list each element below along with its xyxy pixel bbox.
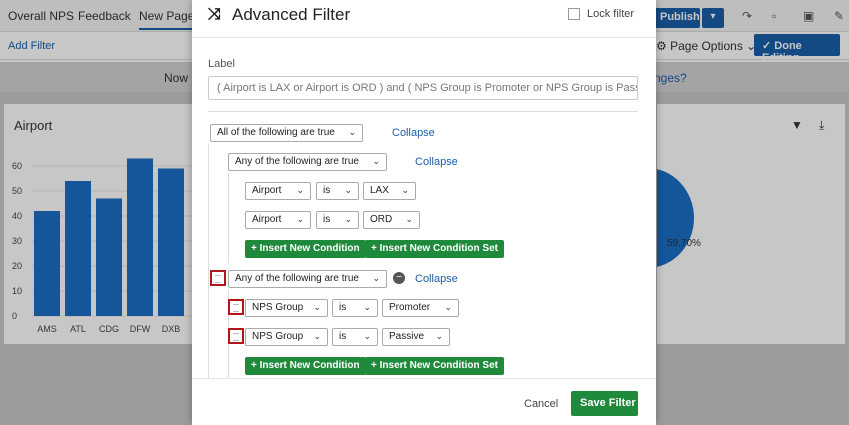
chevron-down-icon: ⌄ bbox=[313, 302, 321, 312]
field-value: NPS Group bbox=[252, 302, 304, 313]
field-value: NPS Group bbox=[252, 331, 304, 342]
chevron-down-icon: ⌄ bbox=[296, 185, 304, 195]
condition-value-select[interactable]: Passive ⌄ bbox=[382, 328, 450, 346]
dialog-title: Advanced Filter bbox=[232, 5, 351, 24]
lock-filter-label[interactable]: Lock filter bbox=[587, 8, 634, 20]
group2-collapse-link[interactable]: Collapse bbox=[415, 273, 458, 285]
condition-field-select[interactable]: Airport ⌄ bbox=[245, 182, 311, 200]
dialog-footer: Cancel Save Filter bbox=[192, 378, 656, 425]
condition-operator-select[interactable]: is ⌄ bbox=[332, 299, 378, 317]
filter-builder[interactable]: All of the following are true ⌄ Collapse… bbox=[192, 118, 656, 378]
group2-select[interactable]: Any of the following are true ⌄ bbox=[228, 270, 387, 288]
condition-field-select[interactable]: NPS Group ⌄ bbox=[245, 299, 328, 317]
cancel-button[interactable]: Cancel bbox=[524, 398, 558, 410]
chevron-down-icon: ⌄ bbox=[363, 302, 371, 312]
condition-value-select[interactable]: Promoter ⌄ bbox=[382, 299, 459, 317]
insert-new-condition-set-button[interactable]: + Insert New Condition Set bbox=[365, 240, 504, 258]
save-filter-button[interactable]: Save Filter bbox=[571, 391, 638, 416]
insert-condition-set-label: Insert New Condition Set bbox=[379, 243, 498, 254]
operator-value: is bbox=[323, 214, 331, 225]
save-filter-label: Save Filter bbox=[580, 397, 636, 409]
insert-new-condition-button[interactable]: + Insert New Condition bbox=[245, 357, 366, 375]
chevron-down-icon: ⌄ bbox=[296, 214, 304, 224]
condition-value-select[interactable]: ORD ⌄ bbox=[363, 211, 420, 229]
tree-line bbox=[228, 173, 229, 263]
group1-select[interactable]: Any of the following are true ⌄ bbox=[228, 153, 387, 171]
chevron-down-icon: ⌄ bbox=[372, 156, 380, 166]
field-value: Airport bbox=[252, 185, 282, 196]
chevron-down-icon: ⌄ bbox=[405, 214, 413, 224]
label-heading: Label bbox=[208, 58, 235, 70]
operator-value: is bbox=[339, 302, 347, 313]
operator-value: is bbox=[323, 185, 331, 196]
remove-group-icon[interactable]: − bbox=[393, 272, 405, 284]
condition-operator-select[interactable]: is ⌄ bbox=[316, 211, 359, 229]
plus-icon: + bbox=[371, 243, 377, 254]
condition-operator-select[interactable]: is ⌄ bbox=[332, 328, 378, 346]
chevron-down-icon: ⌄ bbox=[372, 273, 380, 283]
drag-handle[interactable] bbox=[210, 270, 226, 286]
advanced-filter-dialog: ⤨ Advanced Filter Lock filter Label ( Ai… bbox=[192, 0, 656, 425]
chevron-down-icon: ⌄ bbox=[435, 331, 443, 341]
divider bbox=[208, 111, 638, 112]
insert-new-condition-set-button[interactable]: + Insert New Condition Set bbox=[365, 357, 504, 375]
drag-handle[interactable] bbox=[228, 328, 244, 344]
insert-new-condition-button[interactable]: + Insert New Condition bbox=[245, 240, 366, 258]
operator-value: is bbox=[339, 331, 347, 342]
chevron-down-icon: ⌄ bbox=[344, 185, 352, 195]
group2-value: Any of the following are true bbox=[235, 273, 359, 284]
shuffle-icon: ⤨ bbox=[208, 6, 221, 23]
value-value: Promoter bbox=[389, 302, 431, 313]
value-value: ORD bbox=[370, 214, 393, 225]
insert-condition-set-label: Insert New Condition Set bbox=[379, 360, 498, 371]
drag-handle[interactable] bbox=[228, 299, 244, 315]
chevron-down-icon: ⌄ bbox=[313, 331, 321, 341]
chevron-down-icon: ⌄ bbox=[344, 214, 352, 224]
plus-icon: + bbox=[371, 360, 377, 371]
root-group-value: All of the following are true bbox=[217, 127, 335, 138]
condition-field-select[interactable]: NPS Group ⌄ bbox=[245, 328, 328, 346]
chevron-down-icon: ⌄ bbox=[444, 302, 452, 312]
plus-icon: + bbox=[251, 243, 257, 254]
dialog-header: ⤨ Advanced Filter Lock filter bbox=[192, 0, 656, 38]
root-collapse-link[interactable]: Collapse bbox=[392, 127, 435, 139]
insert-condition-label: Insert New Condition bbox=[259, 360, 360, 371]
condition-operator-select[interactable]: is ⌄ bbox=[316, 182, 359, 200]
value-value: LAX bbox=[370, 185, 389, 196]
lock-filter-checkbox[interactable] bbox=[568, 8, 580, 20]
chevron-down-icon: ⌄ bbox=[401, 185, 409, 195]
tree-line bbox=[208, 144, 209, 378]
group1-value: Any of the following are true bbox=[235, 156, 359, 167]
chevron-down-icon: ⌄ bbox=[348, 127, 356, 137]
group1-collapse-link[interactable]: Collapse bbox=[415, 156, 458, 168]
condition-value-select[interactable]: LAX ⌄ bbox=[363, 182, 416, 200]
condition-field-select[interactable]: Airport ⌄ bbox=[245, 211, 311, 229]
chevron-down-icon: ⌄ bbox=[363, 331, 371, 341]
field-value: Airport bbox=[252, 214, 282, 225]
insert-condition-label: Insert New Condition bbox=[259, 243, 360, 254]
label-input[interactable]: ( Airport is LAX or Airport is ORD ) and… bbox=[208, 76, 638, 100]
plus-icon: + bbox=[251, 360, 257, 371]
root-group-select[interactable]: All of the following are true ⌄ bbox=[210, 124, 363, 142]
value-value: Passive bbox=[389, 331, 425, 342]
